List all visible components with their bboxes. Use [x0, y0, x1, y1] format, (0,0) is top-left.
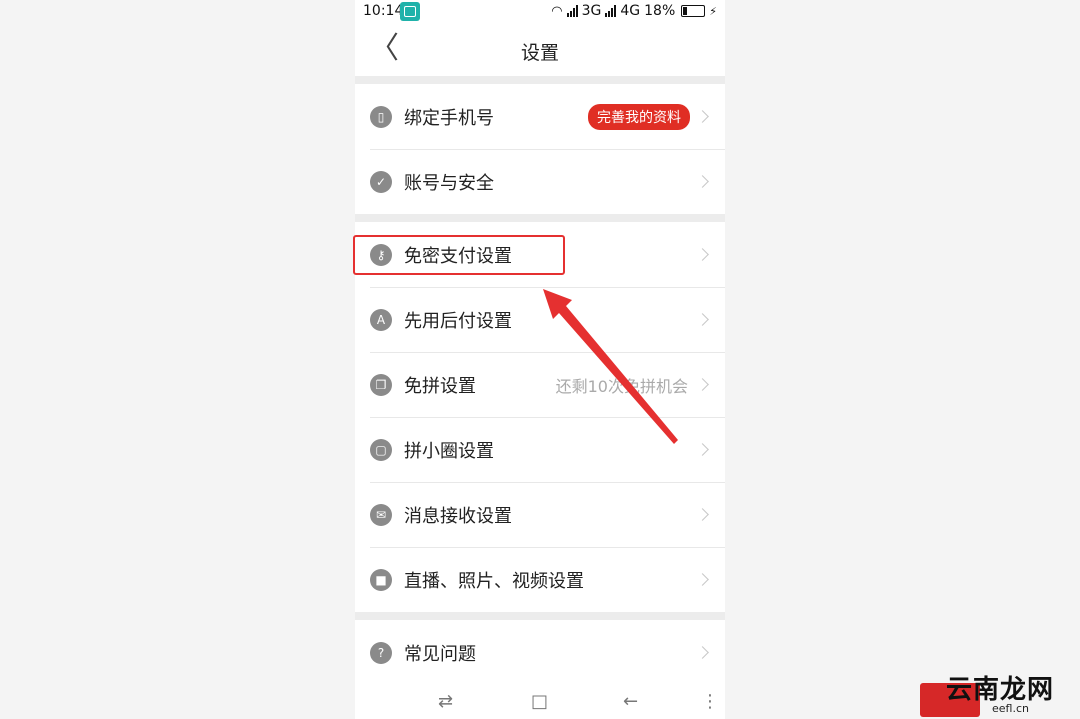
- arrow-shape: [543, 289, 678, 444]
- annotation-arrow: [543, 289, 678, 444]
- watermark-text: 云南龙网: [946, 675, 1055, 705]
- watermark-url: eefl.cn: [992, 702, 1029, 715]
- watermark: 云南龙网 eefl.cn: [920, 669, 1080, 719]
